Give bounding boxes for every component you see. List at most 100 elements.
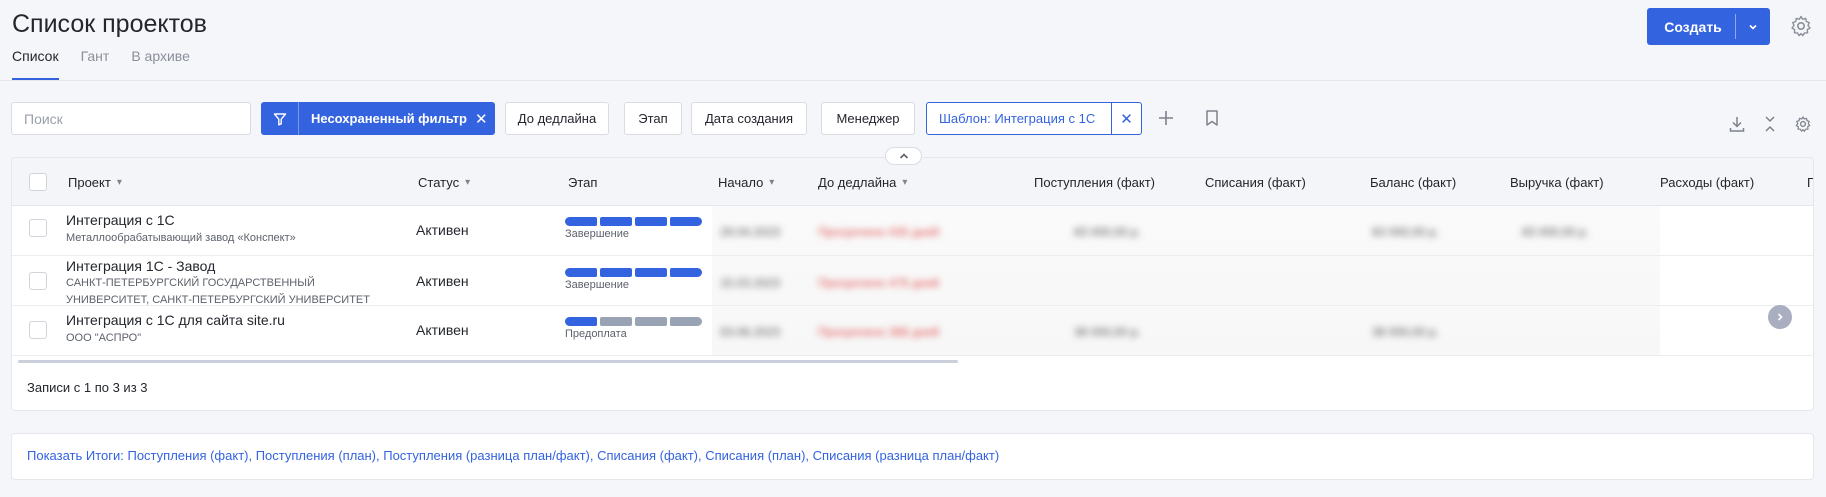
project-company: САНКТ-ПЕТЕРБУРГСКИЙ ГОСУДАРСТВЕННЫЙ УНИВ… bbox=[66, 277, 370, 306]
collapse-filters-button[interactable] bbox=[885, 147, 922, 165]
table-header: Проект ▾ Статус ▾ Этап Начало ▾ До дедлайна… bbox=[12, 158, 1813, 206]
select-all-checkbox[interactable] bbox=[29, 173, 47, 191]
stage-segment bbox=[635, 217, 667, 226]
template-filter-chip[interactable]: Шаблон: Интеграция с 1С ✕ bbox=[926, 102, 1142, 135]
records-info: Записи с 1 по 3 из 3 bbox=[27, 380, 148, 395]
stage-progress bbox=[565, 217, 702, 226]
col-stage[interactable]: Этап bbox=[568, 175, 597, 190]
stage-label: Завершение bbox=[565, 279, 629, 291]
row-checkbox[interactable] bbox=[29, 219, 47, 237]
chevron-down-icon: ▾ bbox=[769, 177, 775, 188]
stage-progress bbox=[565, 268, 702, 277]
tab-gantt[interactable]: Гант bbox=[81, 48, 110, 80]
start-date-blurred: 15.03.2023 bbox=[720, 276, 781, 290]
chevron-down-icon: ▾ bbox=[902, 177, 908, 188]
filter-chip-manager[interactable]: Менеджер bbox=[821, 102, 915, 135]
download-icon[interactable] bbox=[1726, 113, 1748, 135]
create-button[interactable]: Создать bbox=[1647, 8, 1770, 45]
stage-segment bbox=[635, 268, 667, 277]
start-date-blurred: 03.06.2023 bbox=[720, 325, 781, 339]
col-writeoff-fact[interactable]: Списания (факт) bbox=[1205, 175, 1306, 190]
col-next-label: П bbox=[1807, 175, 1813, 190]
table-row[interactable]: Интеграция с 1С для сайта site.ru ООО "А… bbox=[12, 306, 1813, 356]
col-revenue-fact[interactable]: Выручка (факт) bbox=[1510, 175, 1604, 190]
view-tabs: Список Гант В архиве bbox=[12, 48, 190, 80]
project-name[interactable]: Интеграция 1С - Завод bbox=[66, 258, 215, 274]
project-name[interactable]: Интеграция с 1С bbox=[66, 212, 175, 228]
col-project-label: Проект bbox=[68, 175, 111, 190]
col-start-label: Начало bbox=[718, 175, 764, 190]
project-name[interactable]: Интеграция с 1С для сайта site.ru bbox=[66, 312, 285, 328]
stage-label: Предоплата bbox=[565, 328, 627, 340]
clear-filter-close-icon[interactable]: ✕ bbox=[475, 110, 488, 128]
horizontal-scrollbar[interactable] bbox=[18, 360, 958, 363]
unsaved-filter-button[interactable]: Несохраненный фильтр ✕ bbox=[261, 102, 495, 135]
col-expenses-fact[interactable]: Расходы (факт) bbox=[1660, 175, 1754, 190]
col-deadline[interactable]: До дедлайна ▾ bbox=[818, 175, 907, 190]
income-blurred: 38 000,00 р. bbox=[1074, 325, 1141, 339]
stage-segment bbox=[600, 268, 632, 277]
project-company: Металлообрабатывающий завод «Конспект» bbox=[66, 232, 296, 244]
col-start[interactable]: Начало ▾ bbox=[718, 175, 774, 190]
stage-segment bbox=[670, 317, 702, 326]
bookmark-icon[interactable] bbox=[1201, 107, 1223, 129]
stage-segment bbox=[670, 217, 702, 226]
create-dropdown-toggle[interactable] bbox=[1736, 21, 1770, 33]
col-status[interactable]: Статус ▾ bbox=[418, 175, 470, 190]
scroll-right-chevron-icon[interactable] bbox=[1768, 305, 1792, 329]
template-close-icon[interactable]: ✕ bbox=[1111, 103, 1141, 134]
col-income-fact-label: Поступления (факт) bbox=[1034, 175, 1155, 190]
col-balance-fact-label: Баланс (факт) bbox=[1370, 175, 1457, 190]
collapse-rows-icon[interactable] bbox=[1759, 113, 1781, 135]
page-title: Список проектов bbox=[12, 10, 207, 38]
chevron-up-icon bbox=[899, 153, 908, 159]
start-date-blurred: 29.04.2023 bbox=[720, 225, 781, 239]
settings-gear-icon[interactable] bbox=[1789, 14, 1813, 38]
col-deadline-label: До дедлайна bbox=[818, 175, 897, 190]
header-divider bbox=[0, 80, 1826, 81]
deadline-blurred: Просрочено 388 дней bbox=[818, 325, 939, 339]
status-value: Активен bbox=[416, 273, 469, 289]
stage-segment bbox=[565, 317, 597, 326]
col-revenue-fact-label: Выручка (факт) bbox=[1510, 175, 1604, 190]
revenue-blurred: 83 000,00 р. bbox=[1522, 225, 1589, 239]
show-totals-link[interactable]: Показать Итоги: Поступления (факт), Пост… bbox=[11, 433, 1814, 480]
col-stage-label: Этап bbox=[568, 175, 598, 190]
deadline-blurred: Просрочено 435 дней bbox=[818, 225, 939, 239]
tab-list[interactable]: Список bbox=[12, 48, 59, 80]
col-status-label: Статус bbox=[418, 175, 460, 190]
table-row[interactable]: Интеграция с 1С Металлообрабатывающий за… bbox=[12, 206, 1813, 256]
stage-segment bbox=[565, 268, 597, 277]
filter-chip-deadline[interactable]: До дедлайна bbox=[505, 102, 609, 135]
col-writeoff-fact-label: Списания (факт) bbox=[1205, 175, 1306, 190]
stage-label: Завершение bbox=[565, 228, 629, 240]
balance-blurred: 83 000,00 р. bbox=[1372, 225, 1439, 239]
page: Список проектов Список Гант В архиве Соз… bbox=[0, 0, 1826, 497]
stage-segment bbox=[565, 217, 597, 226]
stage-segment bbox=[600, 217, 632, 226]
stage-segment bbox=[600, 317, 632, 326]
col-balance-fact[interactable]: Баланс (факт) bbox=[1370, 175, 1456, 190]
create-button-label: Создать bbox=[1664, 18, 1722, 35]
col-income-fact[interactable]: Поступления (факт) bbox=[1034, 175, 1155, 190]
chevron-down-icon: ▾ bbox=[116, 177, 122, 188]
col-next-truncated[interactable]: П bbox=[1807, 175, 1813, 190]
stage-progress bbox=[565, 317, 702, 326]
stage-segment bbox=[635, 317, 667, 326]
tab-archive[interactable]: В архиве bbox=[131, 48, 190, 80]
table-row[interactable]: Интеграция 1С - Завод САНКТ-ПЕТЕРБУРГСКИ… bbox=[12, 256, 1813, 306]
chevron-down-icon bbox=[1749, 24, 1757, 30]
project-company: ООО "АСПРО" bbox=[66, 332, 142, 344]
col-expenses-fact-label: Расходы (факт) bbox=[1660, 175, 1755, 190]
add-filter-plus-icon[interactable] bbox=[1155, 107, 1177, 129]
row-checkbox[interactable] bbox=[29, 321, 47, 339]
col-project[interactable]: Проект ▾ bbox=[68, 175, 122, 190]
filter-chip-stage[interactable]: Этап bbox=[624, 102, 682, 135]
income-blurred: 83 000,00 р. bbox=[1074, 225, 1141, 239]
row-checkbox[interactable] bbox=[29, 272, 47, 290]
filter-chip-created-date[interactable]: Дата создания bbox=[691, 102, 807, 135]
stage-segment bbox=[670, 268, 702, 277]
template-filter-label: Шаблон: Интеграция с 1С bbox=[939, 111, 1096, 126]
search-input[interactable] bbox=[11, 102, 251, 135]
table-settings-gear-icon[interactable] bbox=[1792, 113, 1814, 135]
